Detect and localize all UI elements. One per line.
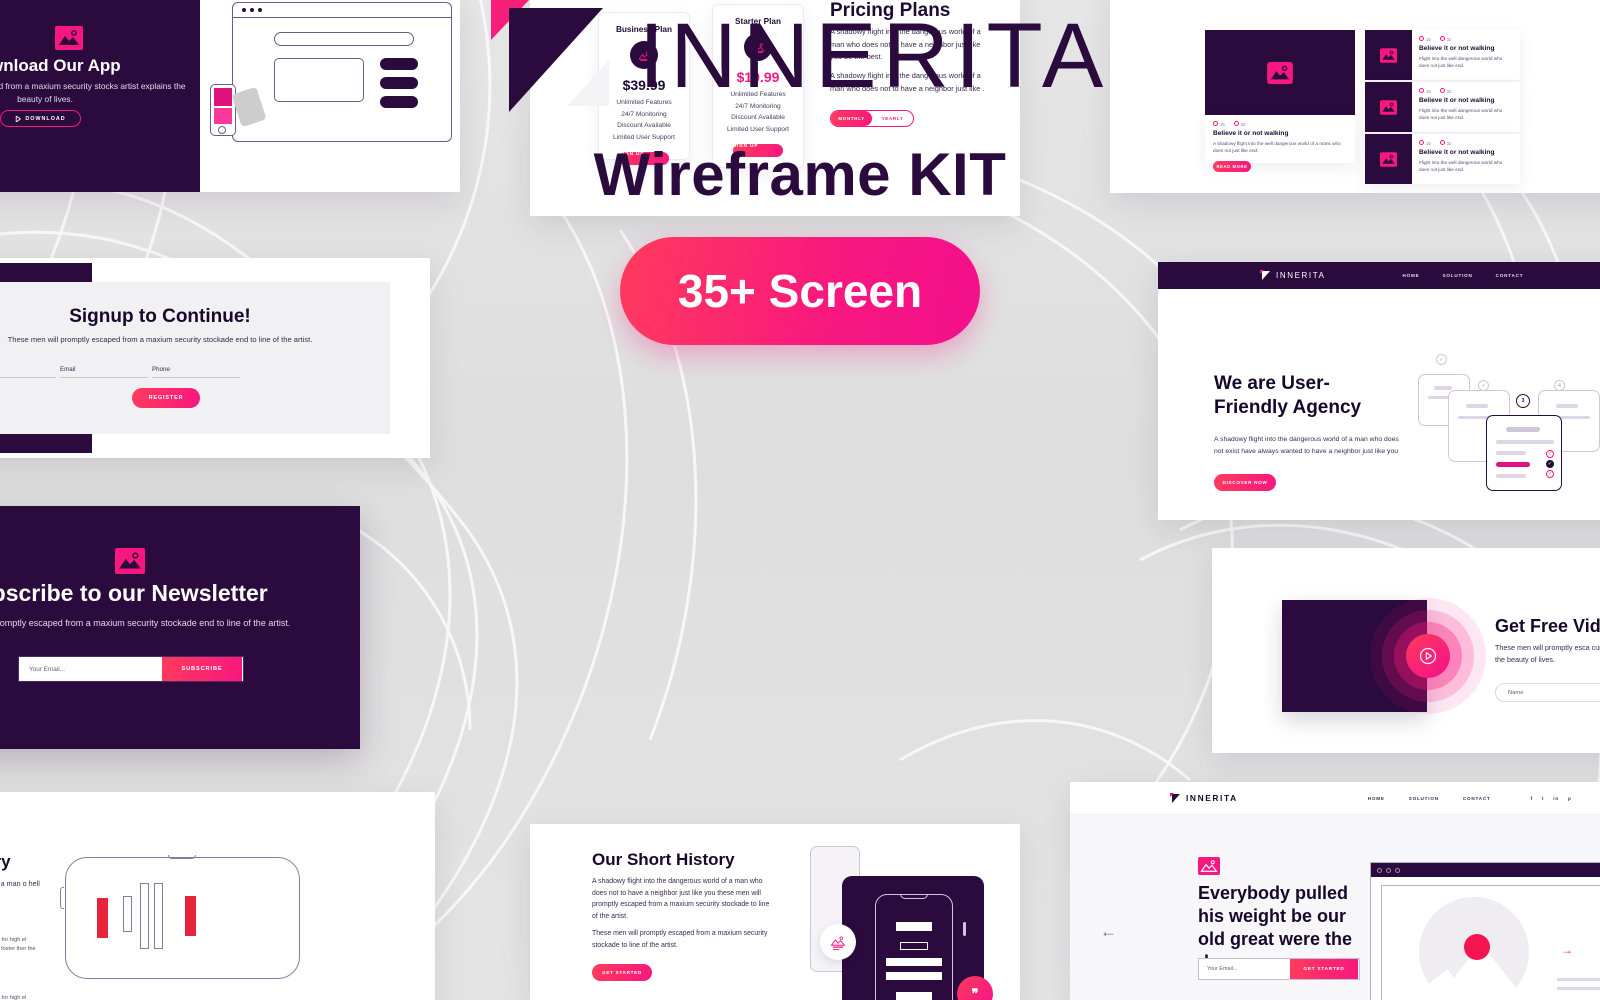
slider-next-arrow[interactable]: → xyxy=(1561,943,1573,957)
agency-navbar: INNERITA HOME SOLUTION CONTACT SIGN UP xyxy=(1158,262,1600,289)
history-center-paragraph-1: A shadowy flight into the dangerous worl… xyxy=(592,878,770,921)
phone-content-line xyxy=(896,922,932,931)
signup-register-button[interactable]: REGISTER xyxy=(132,388,200,408)
facebook-icon[interactable]: f xyxy=(1531,796,1533,801)
agency-brand-name: INNERITA xyxy=(1276,271,1326,280)
nav-link-contact[interactable]: CONTACT xyxy=(1463,796,1491,801)
hero-social-links: f t in p xyxy=(1531,796,1572,801)
agency-discover-button[interactable]: DISCOVER NOW xyxy=(1214,474,1276,491)
signup-form-panel xyxy=(0,282,390,434)
newsletter-card: Subscribe to our Newsletter ese men will… xyxy=(0,506,360,749)
nav-link-home[interactable]: HOME xyxy=(1368,796,1385,801)
image-placeholder-icon xyxy=(1198,857,1220,875)
history-center-title: Our Short History xyxy=(592,850,735,869)
phone-content-line xyxy=(896,992,932,1000)
short-history-left-card: Our Short History hadowy flight into the… xyxy=(0,792,435,1000)
history-center-paragraph-2: These men will promptly escaped from a m… xyxy=(592,930,768,949)
phone-side-button xyxy=(963,922,966,936)
logo-notch xyxy=(566,60,609,106)
image-placeholder-icon xyxy=(115,548,145,574)
browser-illustration xyxy=(1419,897,1529,1000)
agency-logo[interactable]: INNERITA xyxy=(1260,270,1326,281)
floating-image-icon xyxy=(820,924,856,960)
slider-prev-arrow[interactable]: ← xyxy=(1100,922,1117,942)
play-button[interactable] xyxy=(1406,634,1450,678)
hero-email-input[interactable]: Your Email... xyxy=(1199,966,1290,972)
nav-link-solution[interactable]: SOLUTION xyxy=(1409,796,1439,801)
check-icon: ✓ xyxy=(1546,450,1554,458)
short-history-center-card: Our Short History A shadowy flight into … xyxy=(530,824,1020,1000)
agency-nav-links: HOME SOLUTION CONTACT xyxy=(1403,273,1524,278)
browser-preview: → xyxy=(1370,862,1600,1000)
wireframe-kit-poster: Download Our App men will promptly escap… xyxy=(0,0,1600,1000)
check-icon: ✓ xyxy=(1436,354,1447,365)
nav-link-home[interactable]: HOME xyxy=(1403,273,1420,278)
check-icon-active: ✓ xyxy=(1546,460,1554,468)
phone-content-line xyxy=(886,958,942,966)
hero-subtitle: Wireframe KIT xyxy=(593,141,1007,208)
innerita-logo-mark xyxy=(490,0,611,112)
free-video-card: Get Free Video These men will promptly e… xyxy=(1212,548,1600,753)
video-description: These men will promptly esca curity stoc… xyxy=(1495,643,1600,665)
check-icon: ✓ xyxy=(1546,470,1554,478)
newsletter-form: Your Email... SUBSCRIBE xyxy=(18,656,244,682)
video-name-input[interactable]: Name xyxy=(1495,683,1600,702)
phone-bar-outline xyxy=(123,896,132,932)
check-icon: ✓ xyxy=(1478,380,1489,391)
phone-bar-outline xyxy=(140,883,149,949)
phone-bar-outline xyxy=(154,883,163,949)
history-left-title: Our Short History xyxy=(0,852,11,871)
step-badge-4: 4 xyxy=(1554,380,1565,391)
signup-description: These men will promptly escaped from a m… xyxy=(7,335,313,344)
signup-name-field[interactable]: Name xyxy=(0,366,56,378)
phone-bar-red xyxy=(97,898,108,938)
hero-logo-row: INNERITA xyxy=(0,0,1600,112)
browser-text-line xyxy=(1557,978,1600,981)
browser-titlebar xyxy=(1371,863,1600,877)
screen-count-badge: 35+ Screen xyxy=(620,237,980,345)
newsletter-title: Subscribe to our Newsletter xyxy=(0,580,268,606)
newsletter-description: ese men will promptly escaped from a max… xyxy=(0,618,291,628)
browser-text-line xyxy=(1557,987,1600,990)
phone-button xyxy=(60,887,64,909)
newsletter-email-input[interactable]: Your Email... xyxy=(19,666,162,673)
newsletter-subscribe-button[interactable]: SUBSCRIBE xyxy=(162,657,242,681)
phone-content-line xyxy=(900,942,928,950)
linkedin-icon[interactable]: in xyxy=(1553,796,1559,801)
phone-notch xyxy=(900,894,928,899)
brand-name: INNERITA xyxy=(638,5,1110,107)
agency-title: We are User-Friendly Agency xyxy=(1214,373,1362,418)
signup-email-field[interactable]: Email xyxy=(60,366,148,378)
history-get-started-button[interactable]: GET STARTED xyxy=(592,964,652,981)
hero-get-started-button[interactable]: GET STARTED xyxy=(1290,959,1358,979)
hero-nav-links: HOME SOLUTION CONTACT f t in p xyxy=(1368,796,1572,801)
agency-description: A shadowy flight into the dangerous worl… xyxy=(1214,436,1399,455)
twitter-icon[interactable]: t xyxy=(1542,796,1544,801)
nav-link-solution[interactable]: SOLUTION xyxy=(1443,273,1473,278)
step-badge-3: 3 xyxy=(1516,394,1530,408)
play-circle-icon xyxy=(1419,647,1437,665)
nav-link-contact[interactable]: CONTACT xyxy=(1496,273,1524,278)
quote-badge: ❞ xyxy=(957,976,993,1000)
signup-card: Signup to Continue! These men will promp… xyxy=(0,258,430,458)
phone-content-line xyxy=(886,972,942,980)
history-left-description: hadowy flight into the dangerous world o… xyxy=(0,879,40,888)
hero-logo[interactable]: INNERITA xyxy=(1170,792,1238,804)
mission-text: verage agile frameworks to provide a rob… xyxy=(0,995,27,1000)
hero-navbar: INNERITA HOME SOLUTION CONTACT f t in p xyxy=(1070,782,1600,815)
phone-bar-red xyxy=(185,896,196,936)
phone-notch xyxy=(168,855,196,859)
vision-text: verage agile frameworks to provide a rob… xyxy=(0,937,36,953)
video-title: Get Free Video xyxy=(1495,616,1600,636)
hero-email-form: Your Email... GET STARTED xyxy=(1198,958,1360,980)
signup-title: Signup to Continue! xyxy=(69,306,251,327)
hero-brand-name: INNERITA xyxy=(1186,793,1238,803)
agency-landing-card: INNERITA HOME SOLUTION CONTACT SIGN UP W… xyxy=(1158,262,1600,520)
hero-slider-card: INNERITA HOME SOLUTION CONTACT f t in p … xyxy=(1070,782,1600,1000)
pinterest-icon[interactable]: p xyxy=(1568,796,1572,801)
signup-phone-field[interactable]: Phone xyxy=(152,366,240,378)
